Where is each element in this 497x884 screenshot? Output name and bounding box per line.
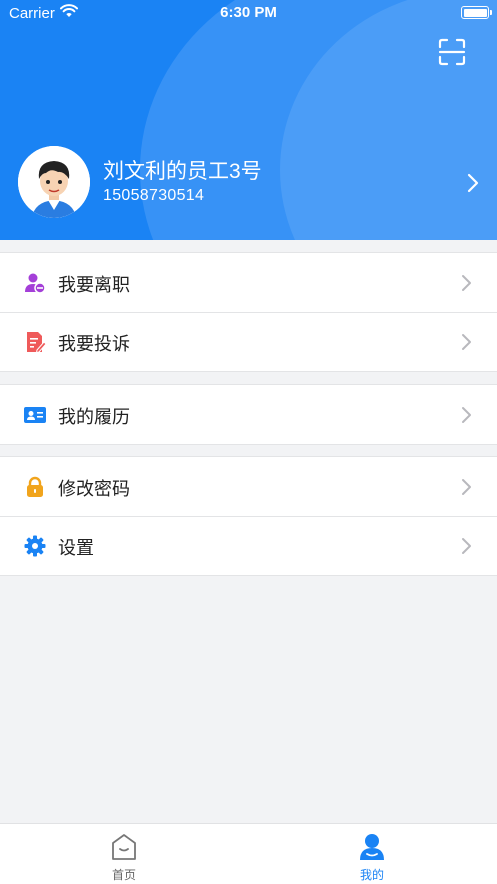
chevron-right-icon[interactable]	[466, 173, 480, 193]
profile-phone: 15058730514	[103, 187, 205, 204]
chevron-right-icon	[462, 407, 471, 423]
profile-name[interactable]: 刘文利的员工3号	[103, 155, 262, 185]
gear-icon	[24, 535, 46, 557]
id-card-icon	[24, 407, 46, 423]
avatar-image	[18, 146, 90, 218]
menu-item-complaint[interactable]: 我要投诉	[0, 312, 497, 371]
menu-item-label: 我的履历	[58, 407, 130, 427]
menu-item-label: 我要投诉	[58, 334, 130, 354]
menu-group: 我要离职 我要投诉	[0, 252, 497, 372]
menu-item-change-password[interactable]: 修改密码	[0, 457, 497, 516]
chevron-right-icon	[462, 334, 471, 350]
profile-icon	[360, 834, 384, 860]
tab-home[interactable]: 首页	[0, 824, 248, 884]
menu-item-label: 修改密码	[58, 479, 130, 499]
menu-item-resume[interactable]: 我的履历	[0, 385, 497, 444]
menu-item-settings[interactable]: 设置	[0, 516, 497, 575]
menu-item-label: 设置	[58, 538, 94, 558]
lock-icon	[27, 476, 43, 497]
chevron-right-icon	[462, 479, 471, 495]
clock: 6:30 PM	[220, 4, 277, 21]
menu-item-label: 我要离职	[58, 275, 130, 295]
tab-label: 首页	[111, 868, 136, 882]
menu-group: 修改密码 设置	[0, 456, 497, 576]
user-minus-icon	[25, 273, 46, 294]
menu-item-resign[interactable]: 我要离职	[0, 253, 497, 312]
profile-header: Carrier 6:30 PM 刘文利的员工3号 15058730514	[0, 0, 497, 240]
menu-group: 我的履历	[0, 384, 497, 445]
scan-icon[interactable]	[438, 38, 466, 66]
tab-bar: 首页 我的	[0, 823, 497, 884]
home-icon	[112, 834, 136, 860]
status-bar: Carrier 6:30 PM	[0, 0, 497, 26]
chevron-right-icon	[462, 538, 471, 554]
tab-profile[interactable]: 我的	[248, 824, 496, 884]
avatar[interactable]	[18, 146, 90, 218]
battery-icon	[461, 6, 492, 19]
tab-label: 我的	[359, 868, 384, 882]
edit-document-icon	[27, 332, 46, 353]
chevron-right-icon	[462, 275, 471, 291]
